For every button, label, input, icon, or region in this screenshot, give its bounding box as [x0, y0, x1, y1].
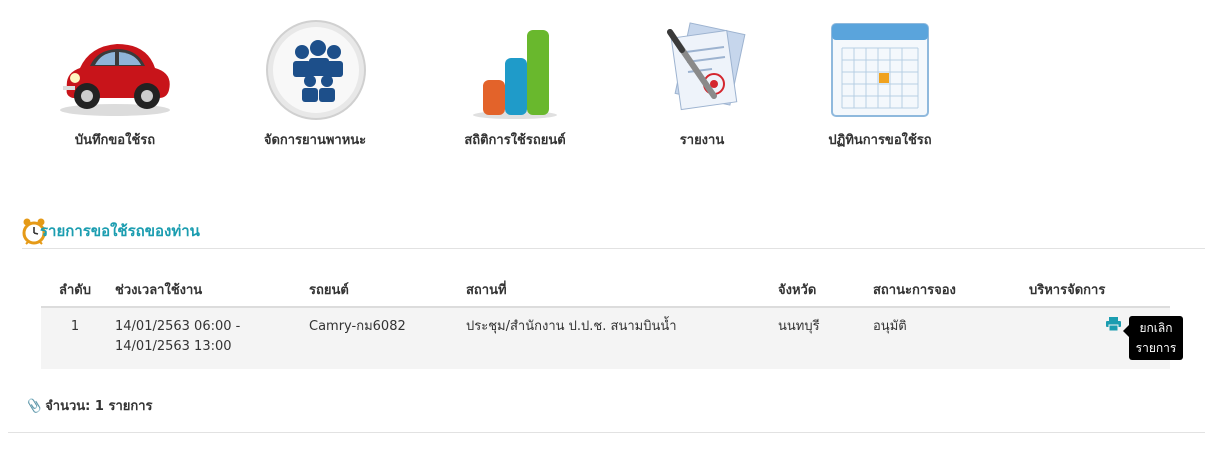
cell-time: 14/01/2563 06:00 - 14/01/2563 13:00 [109, 307, 303, 369]
menu-request-calendar[interactable]: ปฏิทินการขอใช้รถ [795, 18, 965, 158]
record-count: 📎 จำนวน: 1 รายการ [25, 395, 153, 416]
column-header-place: สถานที่ [460, 273, 772, 308]
column-header-time: ช่วงเวลาใช้งาน [109, 273, 303, 308]
table-row: 1 14/01/2563 06:00 - 14/01/2563 13:00 Ca… [41, 307, 1170, 369]
cell-place: ประชุม/สำนักงาน ป.ป.ช. สนามบินน้ำ [460, 307, 772, 369]
print-icon[interactable] [1105, 317, 1121, 338]
menu-report[interactable]: รายงาน [617, 18, 787, 158]
menu-label: รายงาน [679, 133, 725, 148]
menu-manage-vehicles[interactable]: จัดการยานพาหนะ [230, 18, 400, 158]
report-document-icon [642, 18, 762, 123]
bar-chart-icon [455, 18, 575, 123]
cell-car: Camry-กม6082 [303, 307, 460, 369]
section-title: รายการขอใช้รถของท่าน [40, 222, 200, 240]
cell-status: อนุมัติ [867, 307, 1023, 369]
menu-label: สถิติการใช้รถยนต์ [464, 133, 566, 148]
cell-time-end: 14/01/2563 13:00 [115, 339, 232, 354]
table-header-row: ลำดับ ช่วงเวลาใช้งาน รถยนต์ สถานที่ จังห… [41, 273, 1170, 308]
car-icon [55, 18, 175, 123]
tooltip-line-2: รายการ [1135, 341, 1177, 355]
record-count-text: จำนวน: 1 รายการ [45, 399, 153, 414]
section-header: รายการขอใช้รถของท่าน [22, 217, 1205, 249]
cell-time-start: 14/01/2563 06:00 - [115, 319, 241, 334]
menu-label: บันทึกขอใช้รถ [74, 133, 156, 148]
menu-record-request[interactable]: บันทึกขอใช้รถ [30, 18, 200, 158]
tooltip-line-1: ยกเลิก [1139, 321, 1173, 335]
booking-table: ลำดับ ช่วงเวลาใช้งาน รถยนต์ สถานที่ จังห… [41, 273, 1170, 369]
column-header-status: สถานะการจอง [867, 273, 1023, 308]
users-icon [255, 18, 375, 123]
paperclip-icon: 📎 [25, 399, 42, 414]
menu-label: จัดการยานพาหนะ [263, 133, 367, 148]
column-header-order: ลำดับ [41, 273, 109, 308]
column-header-province: จังหวัด [772, 273, 867, 308]
column-header-car: รถยนต์ [303, 273, 460, 308]
cell-province: นนทบุรี [772, 307, 867, 369]
menu-label: ปฏิทินการขอใช้รถ [828, 133, 932, 148]
calendar-icon [820, 18, 940, 123]
cancel-tooltip: ยกเลิก รายการ [1123, 316, 1183, 360]
divider [8, 432, 1205, 433]
column-header-manage: บริหารจัดการ [1023, 273, 1170, 308]
cell-order: 1 [41, 307, 109, 369]
menu-usage-statistics[interactable]: สถิติการใช้รถยนต์ [430, 18, 600, 158]
